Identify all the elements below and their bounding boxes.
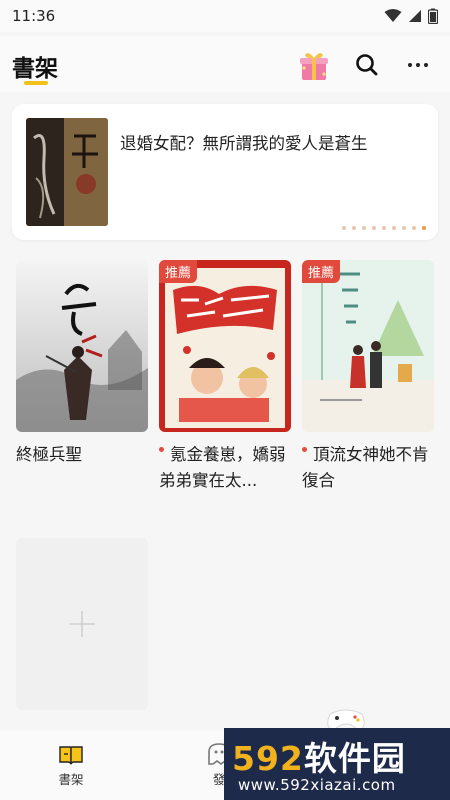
wifi-icon xyxy=(384,9,402,22)
watermark-url: www.592xiazai.com xyxy=(238,776,396,794)
pagination-dot xyxy=(392,226,396,230)
page-title: 書架 xyxy=(12,56,58,82)
title-underline xyxy=(24,81,48,85)
pagination-dot xyxy=(372,226,376,230)
pagination-dot xyxy=(342,226,346,230)
book-cover[interactable] xyxy=(16,260,148,432)
pagination-dot xyxy=(422,226,426,230)
book-cover-art xyxy=(16,260,148,432)
status-bar: 11:36 xyxy=(0,0,450,32)
banner-card[interactable]: 退婚女配？無所謂我的愛人是蒼生 xyxy=(12,104,438,240)
pagination-dot xyxy=(352,226,356,230)
pagination-dot xyxy=(382,226,386,230)
watermark-brand-num: 592 xyxy=(232,739,304,778)
status-time: 11:36 xyxy=(12,7,56,25)
book-cover[interactable]: 推薦 xyxy=(302,260,434,432)
banner-title[interactable]: 退婚女配？無所謂我的愛人是蒼生 xyxy=(120,130,368,154)
watermark-brand-cn: 软件园 xyxy=(303,739,406,778)
gift-icon xyxy=(300,53,328,80)
book-cover[interactable]: 推薦 xyxy=(159,260,291,432)
recommended-badge: 推薦 xyxy=(302,260,341,283)
plus-icon xyxy=(69,611,95,637)
more-dot xyxy=(416,63,420,67)
battery-icon xyxy=(428,8,438,24)
banner-cover-art xyxy=(26,118,108,226)
header: 書架 xyxy=(0,36,450,92)
gift-button[interactable] xyxy=(296,48,332,84)
nav-label: 書架 xyxy=(58,772,84,787)
watermark-brand: 592软件园 xyxy=(232,732,406,780)
banner-book-cover[interactable] xyxy=(26,118,108,226)
book-icon xyxy=(59,746,83,765)
signal-icon xyxy=(409,10,421,22)
more-button[interactable] xyxy=(402,50,434,80)
pagination-dot xyxy=(362,226,366,230)
status-icons xyxy=(384,8,438,24)
banner-pagination xyxy=(342,226,426,230)
add-book-button[interactable] xyxy=(16,538,148,710)
nav-item-bookshelf[interactable]: 書架 xyxy=(58,744,84,788)
book-item[interactable]: 推薦 頂流女神她不肯復合 xyxy=(302,260,434,494)
book-cover-art xyxy=(159,260,291,432)
more-dot xyxy=(424,63,428,67)
book-item[interactable]: 終極兵聖 xyxy=(16,260,148,468)
more-dot xyxy=(408,63,412,67)
search-button[interactable] xyxy=(352,50,382,80)
watermark-logo: 592软件园 www.592xiazai.com xyxy=(224,728,450,800)
pagination-dot xyxy=(402,226,406,230)
book-cover-art xyxy=(302,260,434,432)
book-title[interactable]: 終極兵聖 xyxy=(16,442,148,468)
book-item[interactable]: 推薦 氪金養崽，嬌弱弟弟實在太... xyxy=(159,260,291,494)
book-title[interactable]: 頂流女神她不肯復合 xyxy=(302,442,434,494)
recommended-badge: 推薦 xyxy=(159,260,198,283)
search-icon xyxy=(356,54,378,76)
pagination-dot xyxy=(412,226,416,230)
book-title[interactable]: 氪金養崽，嬌弱弟弟實在太... xyxy=(159,442,291,494)
